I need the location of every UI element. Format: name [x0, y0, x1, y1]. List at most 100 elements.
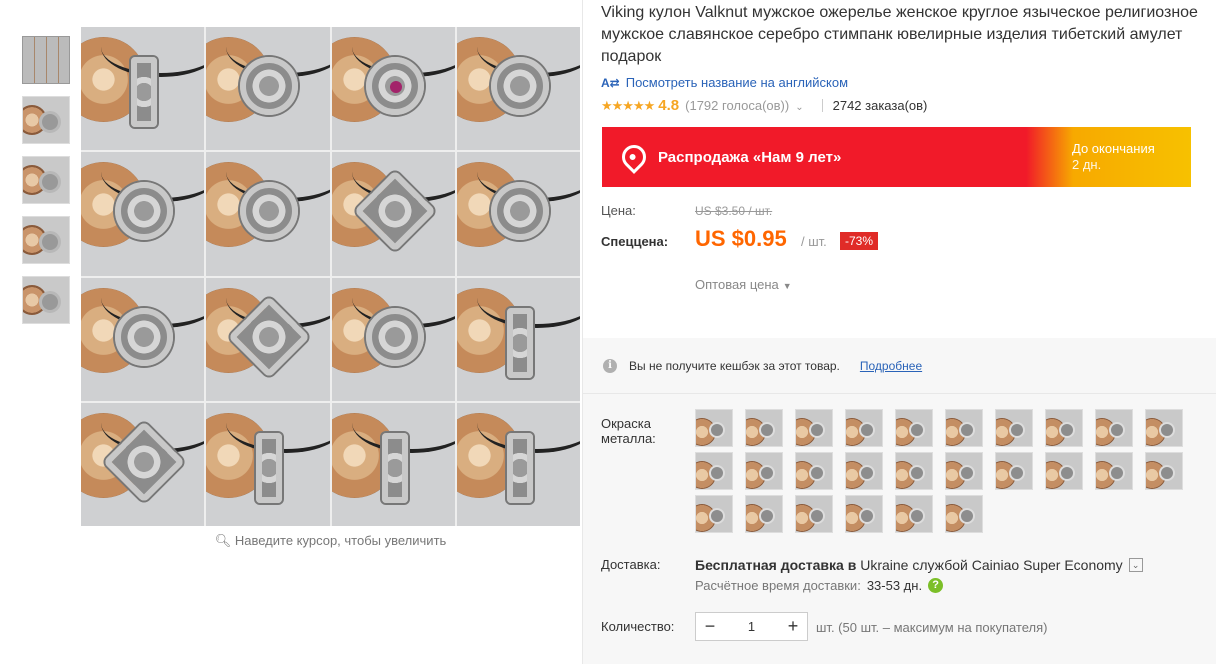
info-icon: i [603, 359, 617, 373]
votes-dropdown[interactable]: (1792 голоса(ов)) ⌄ [685, 98, 803, 113]
color-swatch[interactable] [945, 409, 983, 447]
help-icon[interactable]: ? [928, 578, 944, 593]
thumbnail-item[interactable] [22, 96, 70, 144]
product-title: Viking кулон Valknut мужское ожерелье же… [601, 4, 1198, 65]
magnifier-icon: 🔍︎ [214, 533, 232, 548]
swatch-pendant [859, 465, 875, 481]
image-tile [206, 402, 330, 526]
chevron-down-icon: ⌄ [795, 102, 804, 113]
eta-label: Расчётное время доставки: [695, 578, 861, 593]
swatch-pendant [1009, 465, 1025, 481]
per-unit: / шт. [801, 234, 827, 249]
color-swatch[interactable] [845, 495, 883, 533]
countdown-label: До окончания [1072, 141, 1155, 156]
votes-count: (1792 голоса(ов)) [685, 98, 790, 113]
price-label: Цена: [601, 203, 636, 218]
color-swatch[interactable] [895, 409, 933, 447]
swatch-pendant [909, 465, 925, 481]
color-swatch-list [695, 409, 1195, 533]
color-swatch[interactable] [945, 495, 983, 533]
image-tile [331, 152, 455, 276]
image-tile [206, 277, 330, 401]
translate-link-text: Посмотреть название на английском [625, 75, 849, 90]
swatch-pendant [909, 422, 925, 438]
increase-button[interactable]: + [779, 613, 807, 640]
color-swatch[interactable] [795, 495, 833, 533]
color-swatch[interactable] [795, 452, 833, 490]
shipping-method: Бесплатная доставка в Ukraine службой Ca… [695, 557, 1143, 573]
sale-banner: Распродажа «Нам 9 лет» До окончания 2 дн… [602, 127, 1191, 187]
color-swatch[interactable] [895, 452, 933, 490]
swatch-pendant [1009, 422, 1025, 438]
image-tile [81, 27, 205, 151]
image-tile [456, 277, 580, 401]
color-swatch[interactable] [745, 495, 783, 533]
zoom-hint: 🔍︎ Наведите курсор, чтобы увеличить [81, 533, 580, 549]
wholesale-label: Оптовая цена [695, 277, 779, 292]
wholesale-price-dropdown[interactable]: Оптовая цена ▼ [695, 277, 792, 292]
shipping-eta: Расчётное время доставки: 33-53 дн. ? [695, 578, 944, 593]
orders-count: 2742 заказа(ов) [832, 98, 928, 113]
color-swatch[interactable] [745, 409, 783, 447]
color-swatch[interactable] [695, 452, 733, 490]
swatch-pendant [959, 508, 975, 524]
thumbnail-list [22, 36, 72, 336]
image-tile [331, 402, 455, 526]
special-price: US $0.95 [695, 226, 787, 251]
color-swatch[interactable] [895, 495, 933, 533]
image-tile [81, 152, 205, 276]
translate-link[interactable]: A⇄ Посмотреть название на английском [601, 75, 848, 90]
color-swatch[interactable] [1095, 409, 1133, 447]
section-divider [583, 393, 1216, 394]
color-swatch[interactable] [1095, 452, 1133, 490]
thumbnail-item[interactable] [22, 156, 70, 204]
cashback-text: Вы не получите кешбэк за этот товар. [629, 359, 840, 373]
decrease-button[interactable]: − [696, 613, 724, 640]
countdown: До окончания 2 дн. [1072, 141, 1155, 173]
eta-value: 33-53 дн. [866, 578, 923, 593]
shipping-label: Доставка: [601, 557, 661, 572]
swatch-pendant [859, 508, 875, 524]
cashback-notice: i Вы не получите кешбэк за этот товар. П… [603, 359, 922, 373]
countdown-value: 2 дн. [1072, 157, 1102, 172]
thumbnail-item[interactable] [22, 216, 70, 264]
quantity-input[interactable] [724, 613, 779, 640]
color-swatch[interactable] [1145, 452, 1183, 490]
swatch-pendant [1109, 465, 1125, 481]
star-rating-icon: ★★★★★ [601, 97, 655, 113]
color-swatch[interactable] [695, 495, 733, 533]
quantity-note: шт. (50 шт. – максимум на покупателя) [816, 620, 1048, 635]
color-swatch[interactable] [995, 409, 1033, 447]
color-swatch[interactable] [795, 409, 833, 447]
color-swatch[interactable] [945, 452, 983, 490]
image-tile [456, 27, 580, 151]
location-pin-icon [617, 140, 651, 174]
shipping-dropdown-icon[interactable]: ⌄ [1128, 558, 1143, 572]
thumbnail-item[interactable] [22, 276, 70, 324]
color-swatch[interactable] [845, 452, 883, 490]
special-price-label: Спеццена: [601, 234, 669, 249]
color-swatch[interactable] [1045, 452, 1083, 490]
thumbnail-item[interactable] [22, 36, 70, 84]
swatch-pendant [759, 422, 775, 438]
color-option-label: Окраска металла: [601, 416, 656, 446]
swatch-pendant [859, 422, 875, 438]
sale-name: Распродажа «Нам 9 лет» [658, 148, 842, 166]
color-swatch[interactable] [745, 452, 783, 490]
swatch-pendant [1059, 422, 1075, 438]
color-swatch[interactable] [1145, 409, 1183, 447]
rating-row: ★★★★★ 4.8 (1792 голоса(ов)) ⌄ 2742 заказа… [601, 97, 927, 114]
divider [821, 99, 823, 112]
color-swatch[interactable] [995, 452, 1033, 490]
more-info-link[interactable]: Подробнее [860, 359, 922, 373]
zoom-hint-text: Наведите курсор, чтобы увеличить [234, 533, 447, 548]
main-product-image[interactable] [81, 27, 580, 526]
color-swatch[interactable] [845, 409, 883, 447]
swatch-pendant [809, 508, 825, 524]
swatch-pendant [809, 465, 825, 481]
swatch-pendant [1109, 422, 1125, 438]
swatch-pendant [709, 465, 725, 481]
color-swatch[interactable] [695, 409, 733, 447]
color-swatch[interactable] [1045, 409, 1083, 447]
swatch-pendant [909, 508, 925, 524]
